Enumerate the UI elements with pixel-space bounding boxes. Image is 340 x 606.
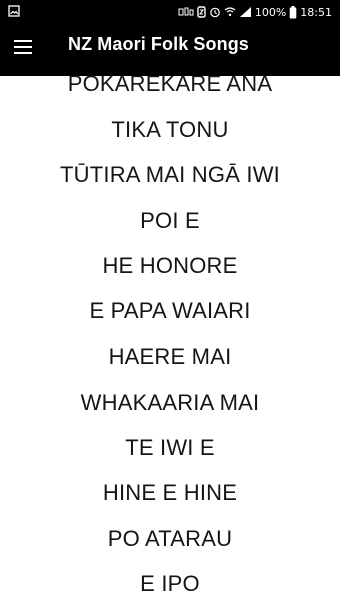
song-item-po-atarau[interactable]: PO ATARAU <box>0 516 340 562</box>
battery-percent: 100% <box>254 5 287 19</box>
signal-icon <box>239 6 252 18</box>
song-item-hine-e-hine[interactable]: HINE E HINE <box>0 470 340 516</box>
song-item-te-iwi-e[interactable]: TE IWI E <box>0 425 340 471</box>
song-item-poi-e[interactable]: POI E <box>0 198 340 244</box>
song-item-e-ipo[interactable]: E IPO <box>0 561 340 606</box>
song-item-he-honore[interactable]: HE HONORE <box>0 243 340 289</box>
app-title: NZ Maori Folk Songs <box>68 34 249 54</box>
song-item-whakaaria-mai[interactable]: WHAKAARIA MAI <box>0 380 340 426</box>
battery-icon <box>289 5 297 18</box>
nfc-icon <box>197 6 206 18</box>
song-item-tutira-mai-nga-iwi[interactable]: TŪTIRA MAI NGĀ IWI <box>0 152 340 198</box>
song-item-haere-mai[interactable]: HAERE MAI <box>0 334 340 380</box>
song-list: POKAREKARE ANA TIKA TONU TŪTIRA MAI NGĀ … <box>0 0 340 606</box>
menu-button[interactable] <box>8 32 38 62</box>
status-icons: 100% 18:51 <box>178 0 332 24</box>
hamburger-menu-icon <box>14 40 32 54</box>
song-item-e-papa-waiari[interactable]: E PAPA WAIARI <box>0 288 340 334</box>
gallery-icon <box>8 5 20 17</box>
status-bar: 100% 18:51 <box>0 0 340 24</box>
app-toolbar: NZ Maori Folk Songs <box>0 24 340 76</box>
alarm-icon <box>209 6 221 18</box>
app-screen: 100% 18:51 NZ Maori Folk Songs POKAREKAR… <box>0 0 340 606</box>
wifi-icon <box>224 6 236 18</box>
network-text-icon <box>178 6 194 18</box>
song-item-tika-tonu[interactable]: TIKA TONU <box>0 107 340 153</box>
clock: 18:51 <box>300 5 332 19</box>
